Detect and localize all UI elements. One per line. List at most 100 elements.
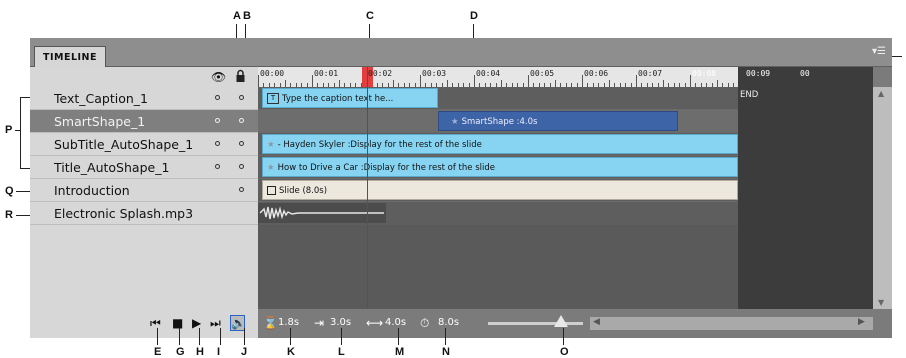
callout-i-leader <box>220 328 221 345</box>
ruler-label: 00:01 <box>314 69 339 78</box>
subtitle-object-label: - Hayden Skyler :Display for the rest of… <box>277 140 482 150</box>
layer-name: Electronic Splash.mp3 <box>54 206 194 221</box>
ruler-tick <box>258 75 259 87</box>
callout-h-leader <box>199 328 200 345</box>
layer-row[interactable]: SmartShape_1 <box>30 110 258 133</box>
ruler-tick <box>717 80 718 87</box>
timeline-tab[interactable]: TIMELINE <box>34 46 106 67</box>
callout-n: N <box>442 346 450 358</box>
lock-toggle[interactable] <box>239 141 244 146</box>
layer-header: 👁 <box>30 67 258 87</box>
callout-i: I <box>217 346 221 358</box>
callout-q: Q <box>5 185 14 197</box>
hourglass-icon: ⌛ <box>263 316 278 330</box>
callout-p: P <box>5 124 13 136</box>
audio-toggle-icon[interactable]: 🔈 <box>230 315 246 331</box>
eye-icon[interactable]: 👁 <box>211 70 226 84</box>
ruler-tick <box>582 75 583 87</box>
timeline-tracks[interactable]: END T Type the caption text he... ★ SmartS… <box>258 67 873 309</box>
ruler-tick <box>609 80 610 87</box>
callout-e-leader <box>157 328 158 345</box>
scroll-down-icon[interactable]: ▼ <box>878 298 884 307</box>
layer-row[interactable]: Introduction <box>30 179 258 202</box>
stopwatch-icon: ⏱ <box>420 316 430 330</box>
layer-row[interactable]: Title_AutoShape_1 <box>30 156 258 179</box>
callout-o: O <box>560 346 569 358</box>
horizontal-scroll-track[interactable] <box>590 317 873 330</box>
playhead[interactable] <box>367 67 368 309</box>
track-introduction: Slide (8.0s) <box>258 179 738 202</box>
ruler-tick <box>555 80 556 87</box>
star-icon: ★ <box>267 163 275 173</box>
smartshape-object-label: SmartShape :4.0s <box>461 117 538 127</box>
lock-toggle[interactable] <box>239 187 244 192</box>
callout-l-leader <box>341 328 342 345</box>
star-icon: ★ <box>267 140 275 150</box>
ruler-tick <box>474 75 475 87</box>
ruler-label: 00:05 <box>530 69 555 78</box>
visibility-toggle[interactable] <box>215 141 220 146</box>
layer-name: Text_Caption_1 <box>54 91 149 106</box>
callout-r: R <box>5 209 13 221</box>
zoom-slider-track[interactable] <box>488 322 583 325</box>
ruler-tick <box>339 80 340 87</box>
ruler-label: 00:06 <box>584 69 609 78</box>
scroll-left-icon[interactable]: ◀ <box>593 317 600 327</box>
horizontal-scrollbar[interactable]: ◀ ▶ <box>590 309 873 338</box>
ruler-tick <box>420 75 421 87</box>
callout-l: L <box>338 346 345 358</box>
layer-name: SmartShape_1 <box>54 114 146 129</box>
zoom-slider-thumb[interactable] <box>554 315 568 327</box>
title-object[interactable]: ★ How to Drive a Car :Display for the res… <box>262 157 738 177</box>
smartshape-object[interactable]: ★ SmartShape :4.0s <box>438 111 678 131</box>
callout-n-leader <box>445 328 446 345</box>
ruler-tick <box>528 75 529 87</box>
ruler-label: 00:02 <box>368 69 393 78</box>
layer-row[interactable]: SubTitle_AutoShape_1 <box>30 133 258 156</box>
first-frame-icon[interactable]: ⏮ <box>150 316 161 330</box>
caption-object[interactable]: T Type the caption text he... <box>262 88 438 108</box>
stop-icon[interactable]: ■ <box>172 316 183 330</box>
visibility-toggle[interactable] <box>215 118 220 123</box>
ruler-tick <box>393 80 394 87</box>
visibility-toggle[interactable] <box>215 164 220 169</box>
track-smartshape: ★ SmartShape :4.0s <box>258 110 738 133</box>
subtitle-object[interactable]: ★ - Hayden Skyler :Display for the rest o… <box>262 134 738 154</box>
visibility-toggle[interactable] <box>215 95 220 100</box>
panel-menu-icon[interactable]: ▾☰ <box>872 46 888 58</box>
callout-p-tick <box>15 130 21 131</box>
slide-icon <box>267 186 276 195</box>
slide-object[interactable]: Slide (8.0s) <box>262 180 738 200</box>
callout-m-leader <box>398 328 399 345</box>
track-text-caption: T Type the caption text he... <box>258 87 738 110</box>
lock-toggle[interactable] <box>239 118 244 123</box>
caption-object-label: Type the caption text he... <box>282 94 394 104</box>
start-time-value: 3.0s <box>330 317 352 328</box>
callout-a: A <box>233 10 241 22</box>
title-object-label: How to Drive a Car :Display for the rest… <box>277 163 495 173</box>
panel-header: TIMELINE ▾☰ <box>30 38 892 67</box>
ruler-label: 00:00 <box>260 69 285 78</box>
layer-row[interactable]: Text_Caption_1 <box>30 87 258 110</box>
callout-m: M <box>395 346 405 358</box>
playback-controls: ⏮ ■ ▶ ⏭ 🔈 ⌛ 1.8s ⇥ 3.0s ⟷ 4.0s ⏱ 8.0s <box>150 309 590 338</box>
lock-toggle[interactable] <box>239 95 244 100</box>
ruler-label: 00:04 <box>476 69 501 78</box>
current-time-value: 1.8s <box>278 317 300 328</box>
scroll-up-icon[interactable]: ▲ <box>878 89 884 98</box>
lock-toggle[interactable] <box>239 164 244 169</box>
callout-g-leader <box>179 328 180 345</box>
layer-name: SubTitle_AutoShape_1 <box>54 137 194 152</box>
ruler-label: 00 <box>800 69 810 78</box>
ruler-label: 00:09 <box>746 69 771 78</box>
vertical-scrollbar[interactable]: ▲ ▼ <box>873 87 892 309</box>
callout-h: H <box>196 346 204 358</box>
end-label: END <box>740 90 759 100</box>
ruler-tick <box>447 80 448 87</box>
lock-icon[interactable] <box>236 69 245 83</box>
scroll-right-icon[interactable]: ▶ <box>858 317 865 327</box>
duration-value: 4.0s <box>385 317 407 328</box>
callout-p-bracket <box>20 97 21 169</box>
slide-object-label: Slide (8.0s) <box>279 186 328 196</box>
layer-row[interactable]: Electronic Splash.mp3 <box>30 202 258 225</box>
